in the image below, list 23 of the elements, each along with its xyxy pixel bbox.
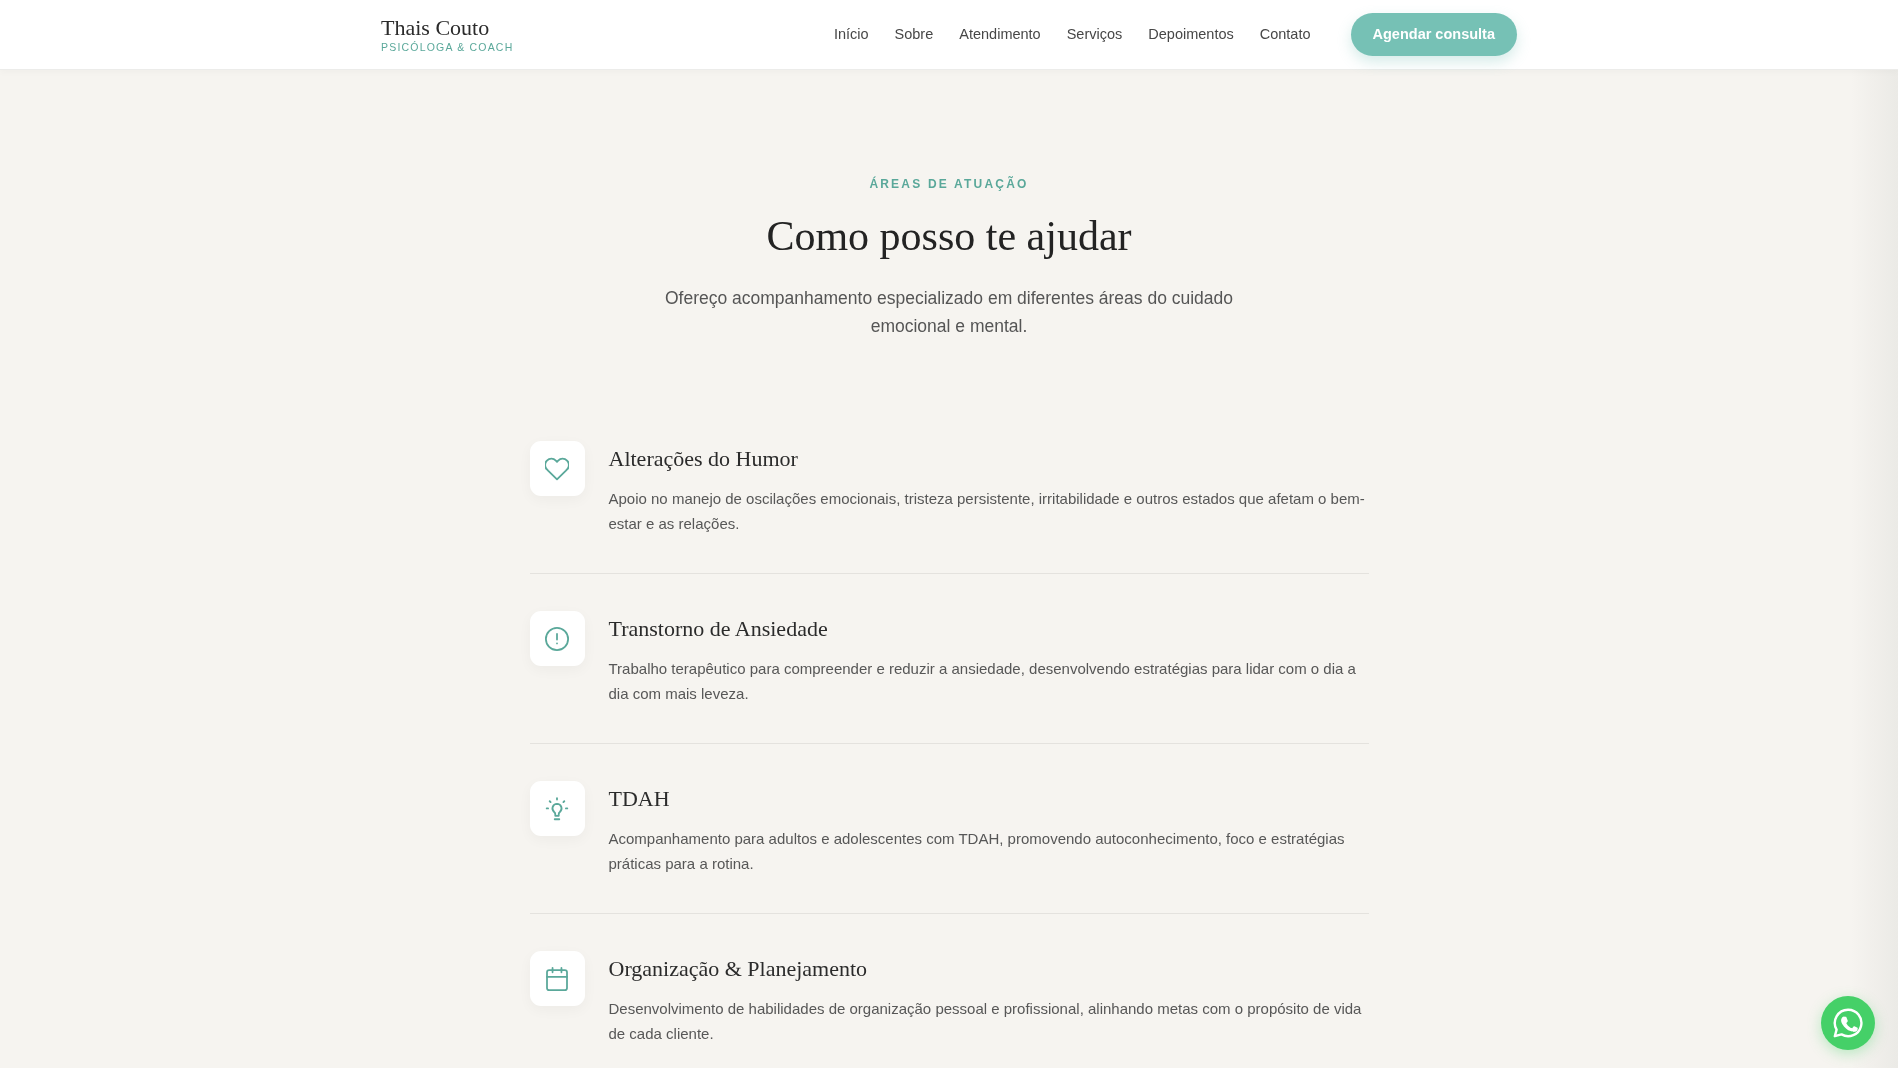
section-intro: Ofereço acompanhamento especializado em diferentes áreas do cuidado emocional e mental. [663,287,1235,338]
brand-name[interactable]: Thais Couto [381,15,514,40]
nav-link[interactable]: Atendimento [959,23,1041,46]
service-title: Alterações do Humor [608,445,799,473]
lightbulb-icon [529,781,585,836]
service-description: Trabalho terapêutico para compreender e reduzir a ansiedade, desenvolvendo estratégias para lidar com o dia a dia com mais leveza. [608,659,1357,704]
speech-bubble-phone-icon [1833,1008,1863,1038]
chat-button[interactable] [1821,996,1875,1050]
service-description: Acompanhamento para adultos e adolescentes com TDAH, promovendo autoconhecimento, foco e estratégias práticas para a rotina. [608,829,1346,874]
service-title: Transtorno de Ansiedade [608,615,829,643]
section-eyebrow: ÁREAS DE ATUAÇÃO [868,175,1030,193]
nav-link[interactable]: Início [833,23,869,46]
section-heading: Como posso te ajudar [765,212,1133,261]
nav-link[interactable]: Sobre [894,23,934,46]
nav-link[interactable]: Contato [1259,23,1311,46]
brand-tagline: PSICÓLOGA & COACH [381,39,514,54]
service-description: Apoio no manejo de oscilações emocionais, tristeza persistente, irritabilidade e outros estados que afetam o bem-estar e as relações. [608,489,1366,534]
calendar-icon [529,951,585,1006]
service-title: Organização & Planejamento [608,955,869,983]
nav-link[interactable]: Depoimentos [1148,23,1234,46]
service-title: TDAH [608,785,671,813]
service-description: Desenvolvimento de habilidades de organização pessoal e profissional, alinhando metas com o propósito de vida de cada cliente. [608,999,1363,1044]
nav-link[interactable]: Serviços [1066,23,1123,46]
